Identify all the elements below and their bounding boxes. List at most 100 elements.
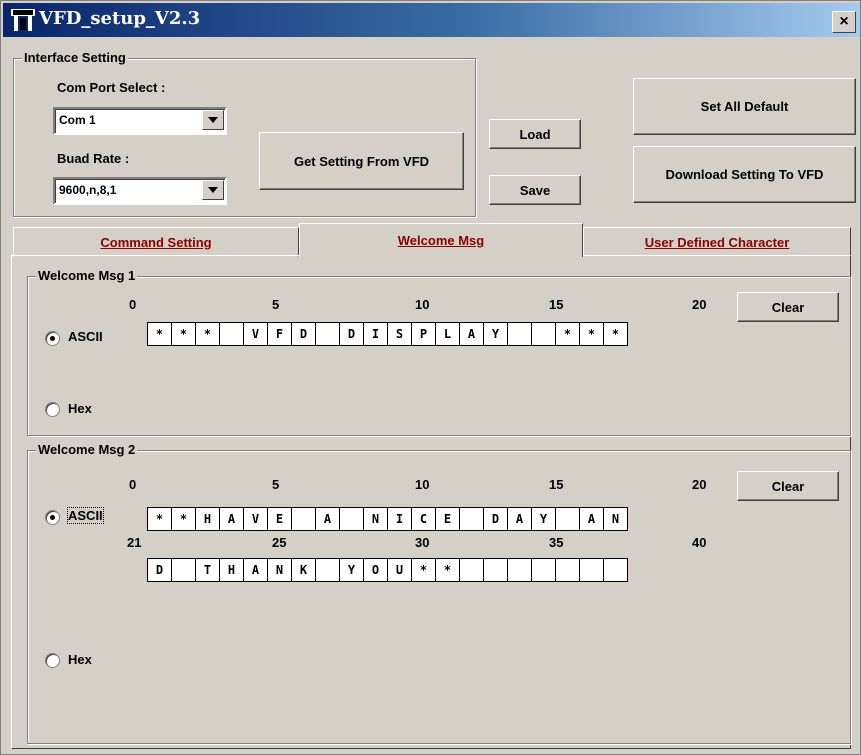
ruler-mark: 0 — [129, 297, 137, 312]
msg2-ascii-label[interactable]: ASCII — [67, 507, 104, 524]
ruler-mark: 0 — [129, 477, 137, 492]
chevron-down-icon[interactable] — [202, 110, 224, 130]
save-button[interactable]: Save — [489, 175, 581, 205]
msg1-char-cell[interactable] — [219, 322, 244, 346]
msg2-char-cell[interactable] — [603, 558, 628, 582]
msg2-char-cell[interactable]: D — [483, 507, 508, 531]
msg2-char-cell[interactable] — [555, 558, 580, 582]
set-all-default-button[interactable]: Set All Default — [633, 78, 856, 135]
msg1-char-cell[interactable]: * — [147, 322, 172, 346]
msg1-char-cell[interactable]: * — [603, 322, 628, 346]
msg2-char-cell[interactable] — [555, 507, 580, 531]
msg2-char-cell[interactable] — [459, 507, 484, 531]
tab-welcome-msg-label: Welcome Msg — [397, 233, 485, 248]
msg2-char-cell[interactable]: C — [411, 507, 436, 531]
tab-user-defined-label: User Defined Character — [644, 234, 790, 250]
msg2-char-cell[interactable] — [579, 558, 604, 582]
msg1-char-cell[interactable]: I — [363, 322, 388, 346]
com-port-label: Com Port Select : — [57, 80, 166, 95]
msg1-clear-button[interactable]: Clear — [737, 292, 839, 322]
com-port-value: Com 1 — [59, 113, 96, 127]
msg1-char-cell[interactable] — [315, 322, 340, 346]
baud-rate-value: 9600,n,8,1 — [59, 183, 117, 197]
tab-welcome-msg[interactable]: Welcome Msg — [299, 223, 583, 257]
msg1-char-cell[interactable]: L — [435, 322, 460, 346]
msg2-char-cell[interactable]: N — [363, 507, 388, 531]
msg2-clear-button[interactable]: Clear — [737, 471, 839, 501]
msg2-char-cell[interactable]: * — [411, 558, 436, 582]
msg1-char-cell[interactable] — [531, 322, 556, 346]
load-button[interactable]: Load — [489, 119, 581, 149]
msg2-char-cell[interactable]: * — [147, 507, 172, 531]
msg1-ascii-radio[interactable] — [45, 331, 60, 346]
msg2-char-cell[interactable]: Y — [339, 558, 364, 582]
chevron-down-icon[interactable] — [202, 180, 224, 200]
msg1-char-cell[interactable]: * — [195, 322, 220, 346]
welcome-msg-1-label: Welcome Msg 1 — [36, 268, 138, 283]
msg2-char-cell[interactable]: U — [387, 558, 412, 582]
get-setting-button[interactable]: Get Setting From VFD — [259, 132, 464, 190]
msg2-char-cell[interactable]: A — [243, 558, 268, 582]
msg1-char-cell[interactable]: A — [459, 322, 484, 346]
com-port-select[interactable]: Com 1 — [53, 107, 227, 135]
msg2-char-cell[interactable]: A — [315, 507, 340, 531]
msg2-char-cell[interactable]: A — [579, 507, 604, 531]
msg2-char-cell[interactable]: Y — [531, 507, 556, 531]
msg1-char-cell[interactable]: V — [243, 322, 268, 346]
msg2-char-cell[interactable] — [291, 507, 316, 531]
welcome-msg-1-group: Welcome Msg 1 — [27, 268, 851, 436]
msg2-char-cell[interactable]: * — [435, 558, 460, 582]
msg1-hex-label[interactable]: Hex — [68, 401, 92, 416]
ruler-mark: 20 — [692, 297, 707, 312]
ruler-mark: 25 — [272, 535, 287, 550]
msg2-char-cell[interactable]: H — [219, 558, 244, 582]
msg1-char-cell[interactable]: D — [339, 322, 364, 346]
msg1-char-cell[interactable]: * — [579, 322, 604, 346]
app-icon — [11, 9, 35, 31]
msg2-char-cell[interactable]: T — [195, 558, 220, 582]
msg2-char-cell[interactable] — [171, 558, 196, 582]
msg1-char-cell[interactable]: * — [171, 322, 196, 346]
msg2-char-cell[interactable]: O — [363, 558, 388, 582]
msg2-char-cell[interactable] — [507, 558, 532, 582]
msg2-char-cell[interactable] — [339, 507, 364, 531]
close-button[interactable]: × — [832, 11, 856, 33]
ruler-mark: 20 — [692, 477, 707, 492]
msg1-ascii-label[interactable]: ASCII — [68, 329, 103, 344]
msg2-char-cell[interactable]: E — [267, 507, 292, 531]
ruler-mark: 5 — [272, 477, 280, 492]
msg1-char-cell[interactable]: S — [387, 322, 412, 346]
msg2-char-cell[interactable]: N — [267, 558, 292, 582]
msg1-char-cell[interactable]: * — [555, 322, 580, 346]
msg2-hex-radio[interactable] — [45, 653, 60, 668]
msg2-char-cell[interactable] — [531, 558, 556, 582]
msg1-char-cell[interactable]: D — [291, 322, 316, 346]
msg2-ascii-radio[interactable] — [45, 510, 60, 525]
msg2-hex-label[interactable]: Hex — [68, 652, 92, 667]
welcome-msg-2-group: Welcome Msg 2 — [27, 442, 851, 744]
interface-setting-label: Interface Setting — [22, 50, 128, 65]
msg2-char-cell[interactable] — [459, 558, 484, 582]
msg2-char-cell[interactable]: * — [171, 507, 196, 531]
msg2-char-cell[interactable]: N — [603, 507, 628, 531]
msg2-char-cell[interactable] — [483, 558, 508, 582]
msg2-char-cell[interactable]: E — [435, 507, 460, 531]
tab-command-setting[interactable]: Command Setting — [13, 227, 299, 257]
msg2-char-cell[interactable] — [315, 558, 340, 582]
msg2-char-cell[interactable]: A — [507, 507, 532, 531]
msg2-char-cell[interactable]: A — [219, 507, 244, 531]
msg2-char-cell[interactable]: D — [147, 558, 172, 582]
tab-user-defined-character[interactable]: User Defined Character — [583, 227, 851, 257]
msg1-char-cell[interactable]: Y — [483, 322, 508, 346]
msg1-char-cell[interactable]: P — [411, 322, 436, 346]
baud-rate-select[interactable]: 9600,n,8,1 — [53, 177, 227, 205]
msg1-char-cell[interactable] — [507, 322, 532, 346]
msg1-char-cell[interactable]: F — [267, 322, 292, 346]
msg1-hex-radio[interactable] — [45, 402, 60, 417]
msg2-char-cell[interactable]: K — [291, 558, 316, 582]
msg2-char-cell[interactable]: H — [195, 507, 220, 531]
msg2-char-cell[interactable]: I — [387, 507, 412, 531]
ruler-mark: 21 — [127, 535, 142, 550]
msg2-char-cell[interactable]: V — [243, 507, 268, 531]
download-setting-button[interactable]: Download Setting To VFD — [633, 146, 856, 203]
